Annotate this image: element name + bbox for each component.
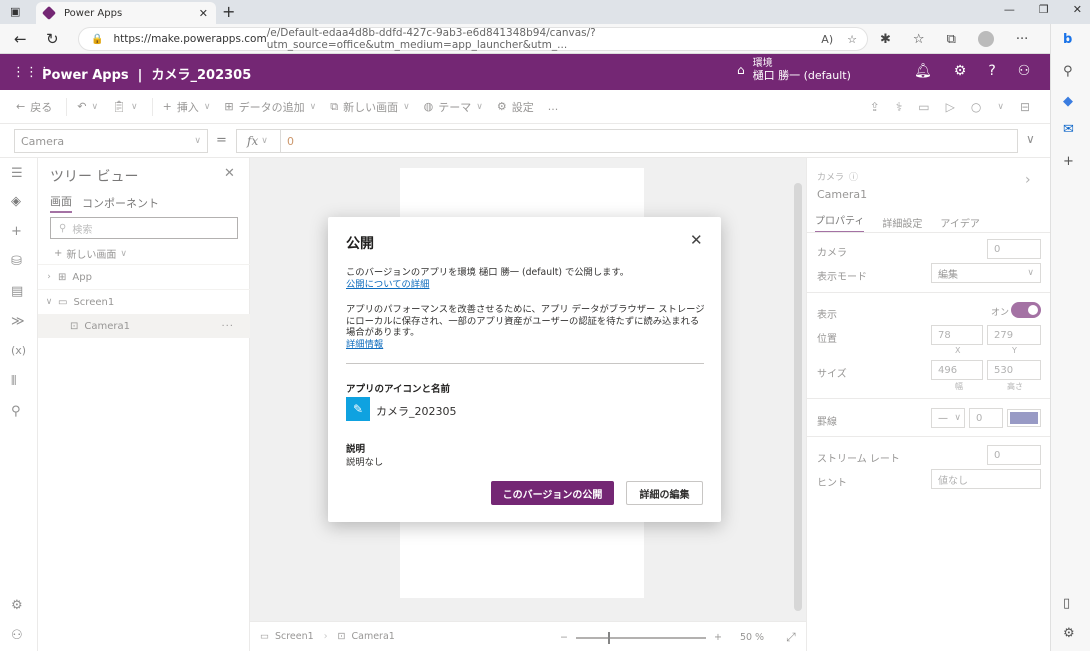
description-value: 説明なし: [346, 457, 384, 468]
new-tab-icon[interactable]: +: [222, 2, 235, 21]
tab-actions-icon[interactable]: ▣: [10, 5, 20, 18]
refresh-icon[interactable]: ↻: [46, 30, 59, 48]
power-apps-header: ⋮⋮⋮ Power Apps | カメラ_202305 ⌂ 環境 樋口 勝一 (…: [0, 54, 1050, 90]
app-name: カメラ_202305: [376, 405, 457, 418]
browser-tab-title: Power Apps: [64, 7, 123, 19]
publish-dialog: 公開 ✕ このバージョンのアプリを環境 樋口 勝一 (default) で公開し…: [328, 217, 721, 522]
settings-gear-icon[interactable]: ⚙: [954, 63, 967, 79]
pencil-icon: ✎: [346, 397, 370, 421]
lock-icon: 🔒: [91, 33, 104, 45]
browser-tab[interactable]: Power Apps ✕: [36, 2, 216, 24]
sidebar-layout-icon[interactable]: ▯: [1063, 596, 1070, 611]
restore-icon[interactable]: ❐: [1039, 3, 1049, 16]
publish-details-link[interactable]: 公開についての詳細: [346, 279, 429, 290]
environment-picker[interactable]: ⌂ 環境 樋口 勝一 (default): [737, 58, 851, 82]
publish-version-button[interactable]: このバージョンの公開: [491, 481, 614, 505]
environment-icon: ⌂: [737, 63, 745, 77]
browser-tab-strip: ▣ Power Apps ✕ + — ❐ ✕: [0, 0, 1090, 24]
outlook-icon[interactable]: ✉: [1063, 122, 1074, 137]
window-controls: — ❐ ✕: [1004, 3, 1082, 16]
url-domain: https://make.powerapps.com: [113, 33, 267, 45]
environment-name: 樋口 勝一 (default): [752, 69, 851, 82]
close-icon[interactable]: ✕: [690, 231, 703, 249]
collections-icon[interactable]: ⧉: [947, 32, 956, 47]
browser-icons: ✱ ☆ ⧉ ···: [880, 31, 1028, 47]
add-sidebar-icon[interactable]: +: [1063, 154, 1074, 169]
description-heading: 説明: [346, 444, 366, 455]
minimize-icon[interactable]: —: [1004, 3, 1015, 16]
help-icon[interactable]: ?: [988, 63, 995, 79]
browser-toolbar: ← ↻ 🔒 https://make.powerapps.com/e/Defau…: [0, 24, 1050, 54]
browser-menu-icon[interactable]: ···: [1016, 32, 1028, 47]
performance-text: アプリのパフォーマンスを改善させるために、アプリ データがブラウザー ストレージ…: [346, 304, 705, 338]
sidebar-settings-icon[interactable]: ⚙: [1063, 626, 1075, 641]
icon-and-name-heading: アプリのアイコンと名前: [346, 384, 451, 395]
favorite-star-icon[interactable]: ☆: [847, 33, 857, 46]
notification-bell-icon[interactable]: 🔔︎: [914, 63, 932, 79]
edit-details-button[interactable]: 詳細の編集: [626, 481, 703, 505]
more-info-link[interactable]: 詳細情報: [346, 339, 383, 350]
close-window-icon[interactable]: ✕: [1073, 3, 1082, 16]
bing-icon[interactable]: b: [1063, 32, 1072, 47]
profile-avatar[interactable]: [977, 31, 994, 47]
edge-sidebar: b ⚲ ◆ ✉ + ▯ ⚙: [1050, 24, 1090, 651]
office-icon[interactable]: ◆: [1063, 94, 1073, 109]
dialog-title: 公開: [346, 236, 374, 252]
address-bar[interactable]: 🔒 https://make.powerapps.com/e/Default-e…: [78, 27, 868, 51]
read-aloud-icon[interactable]: A): [821, 33, 833, 46]
divider: [346, 363, 704, 364]
extensions-icon[interactable]: ✱: [880, 32, 891, 47]
account-icon[interactable]: ⚇: [1018, 63, 1031, 79]
close-tab-icon[interactable]: ✕: [199, 7, 208, 20]
search-icon[interactable]: ⚲: [1063, 64, 1073, 79]
header-icons: 🔔︎ ⚙ ? ⚇: [914, 63, 1030, 79]
favorites-icon[interactable]: ☆: [913, 32, 925, 47]
url-path: /e/Default-edaa4d8b-ddfd-427c-9ab3-e6d84…: [266, 27, 596, 51]
publish-environment-text: このバージョンのアプリを環境 樋口 勝一 (default) で公開します。: [346, 267, 630, 278]
app-title: Power Apps | カメラ_202305: [42, 68, 252, 83]
power-apps-logo-icon: [41, 5, 57, 21]
back-arrow-icon[interactable]: ←: [14, 30, 27, 48]
address-bar-actions: A) ☆: [821, 33, 857, 46]
